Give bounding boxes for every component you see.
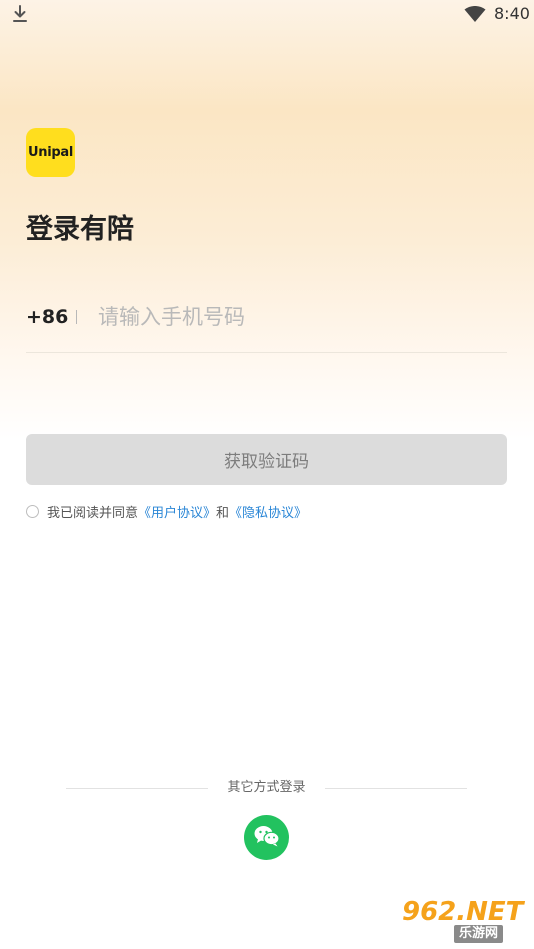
agreement-prefix-text: 我已阅读并同意 <box>47 505 139 521</box>
privacy-policy-link[interactable]: 《隐私协议》 <box>229 502 307 521</box>
download-icon <box>12 5 28 23</box>
agreement-row: 我已阅读并同意 《用户协议》 和 《隐私协议》 <box>26 501 307 521</box>
wifi-icon <box>464 5 486 22</box>
watermark-top-text: 962.NET <box>402 897 524 927</box>
status-bar: 8:40 <box>0 0 534 30</box>
get-verification-code-button[interactable]: 获取验证码 <box>26 434 507 485</box>
page-title: 登录有陪 <box>26 214 134 245</box>
wechat-login-button[interactable] <box>244 815 289 860</box>
country-code-divider <box>76 310 77 324</box>
other-login-section: 其它方式登录 <box>66 778 467 798</box>
wechat-icon <box>253 824 281 852</box>
user-agreement-link[interactable]: 《用户协议》 <box>138 502 216 521</box>
phone-number-input[interactable] <box>98 300 498 334</box>
status-time: 8:40 <box>494 4 530 23</box>
app-logo: Unipal <box>26 128 75 177</box>
phone-input-row: +86 <box>26 296 507 353</box>
divider-right <box>325 788 467 789</box>
agreement-checkbox[interactable] <box>26 504 39 518</box>
agreement-and-text: 和 <box>216 505 230 521</box>
app-logo-text: Unipal <box>27 145 73 160</box>
watermark-bottom-text: 乐游网 <box>454 925 504 943</box>
site-watermark: 962.NET 乐游网 <box>396 897 530 945</box>
country-code-selector[interactable]: +86 <box>26 304 68 330</box>
